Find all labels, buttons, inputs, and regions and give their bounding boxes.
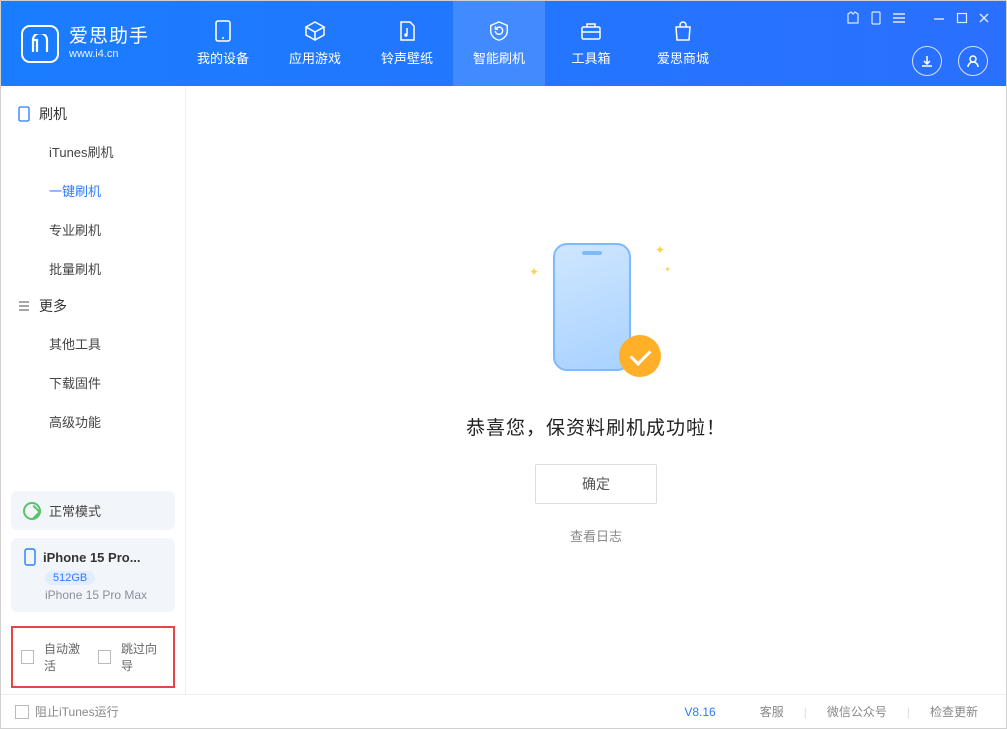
tab-label: 铃声壁纸 (381, 48, 433, 67)
toolbox-icon (580, 20, 602, 42)
skip-wizard-label: 跳过向导 (121, 640, 165, 674)
footer: 阻止iTunes运行 V8.16 客服 | 微信公众号 | 检查更新 (1, 694, 1006, 728)
version-label: V8.16 (684, 705, 715, 719)
ok-button[interactable]: 确定 (535, 464, 657, 504)
shopping-bag-icon (672, 20, 694, 42)
device-name: iPhone 15 Pro... (43, 550, 141, 565)
download-button[interactable] (912, 46, 942, 76)
skin-icon[interactable] (846, 11, 860, 28)
support-link[interactable]: 客服 (760, 703, 784, 720)
tab-label: 爱思商城 (657, 48, 709, 67)
device-model: iPhone 15 Pro Max (45, 588, 163, 602)
block-itunes-checkbox[interactable] (15, 705, 29, 719)
close-button[interactable] (978, 12, 990, 27)
cube-icon (304, 20, 326, 42)
sidebar: 刷机 iTunes刷机 一键刷机 专业刷机 批量刷机 更多 其他工具 下载固件 … (1, 86, 186, 694)
tab-apps[interactable]: 应用游戏 (269, 1, 361, 86)
wechat-link[interactable]: 微信公众号 (827, 703, 887, 720)
menu-icon[interactable] (892, 12, 906, 27)
music-file-icon (396, 20, 418, 42)
sidebar-section-more[interactable]: 更多 (1, 288, 185, 324)
phone-icon (212, 20, 234, 42)
more-icon (17, 299, 31, 313)
sidebar-item-pro-flash[interactable]: 专业刷机 (1, 210, 185, 249)
tab-toolbox[interactable]: 工具箱 (545, 1, 637, 86)
tab-label: 智能刷机 (473, 48, 525, 67)
maximize-button[interactable] (956, 12, 968, 27)
account-button[interactable] (958, 46, 988, 76)
app-url: www.i4.cn (69, 48, 149, 61)
app-name: 爱思助手 (69, 26, 149, 49)
success-illustration: ✦ ✦ ✦ (521, 235, 671, 385)
sidebar-item-download-firmware[interactable]: 下载固件 (1, 363, 185, 402)
status-ok-icon (23, 502, 41, 520)
sidebar-item-itunes-flash[interactable]: iTunes刷机 (1, 132, 185, 171)
section-title: 更多 (39, 296, 67, 316)
device-icon (17, 106, 31, 122)
tab-label: 我的设备 (197, 48, 249, 67)
auto-activate-label: 自动激活 (44, 640, 88, 674)
tab-flash[interactable]: 智能刷机 (453, 1, 545, 86)
logo-icon (21, 25, 59, 63)
header-actions (912, 46, 988, 76)
success-message: 恭喜您，保资料刷机成功啦！ (466, 413, 726, 440)
storage-badge: 512GB (45, 571, 95, 585)
refresh-badge-icon (488, 20, 510, 42)
check-badge-icon (619, 335, 661, 377)
sidebar-section-flash[interactable]: 刷机 (1, 96, 185, 132)
window-controls (846, 11, 990, 28)
section-title: 刷机 (39, 104, 67, 124)
check-update-link[interactable]: 检查更新 (930, 703, 978, 720)
main-tabs: 我的设备 应用游戏 铃声壁纸 智能刷机 工具箱 爱思商城 (177, 1, 729, 86)
status-mode: 正常模式 (49, 501, 101, 520)
tab-my-device[interactable]: 我的设备 (177, 1, 269, 86)
view-log-link[interactable]: 查看日志 (570, 526, 622, 545)
activation-options: 自动激活 跳过向导 (11, 626, 175, 688)
sidebar-item-other-tools[interactable]: 其他工具 (1, 324, 185, 363)
auto-activate-checkbox[interactable] (21, 650, 34, 664)
status-box[interactable]: 正常模式 (11, 491, 175, 530)
sidebar-item-batch-flash[interactable]: 批量刷机 (1, 249, 185, 288)
tab-label: 工具箱 (572, 48, 611, 67)
app-header: 爱思助手 www.i4.cn 我的设备 应用游戏 铃声壁纸 智能刷机 (1, 1, 1006, 86)
tab-label: 应用游戏 (289, 48, 341, 67)
logo: 爱思助手 www.i4.cn (1, 25, 167, 63)
main-content: ✦ ✦ ✦ 恭喜您，保资料刷机成功啦！ 确定 查看日志 (186, 86, 1006, 694)
device-phone-icon (23, 548, 37, 566)
sidebar-item-advanced[interactable]: 高级功能 (1, 402, 185, 441)
tab-store[interactable]: 爱思商城 (637, 1, 729, 86)
block-itunes-label: 阻止iTunes运行 (35, 703, 119, 720)
minimize-button[interactable] (932, 11, 946, 28)
sidebar-item-oneclick-flash[interactable]: 一键刷机 (1, 171, 185, 210)
tab-ringtones[interactable]: 铃声壁纸 (361, 1, 453, 86)
device-box[interactable]: iPhone 15 Pro... 512GB iPhone 15 Pro Max (11, 538, 175, 612)
phone-small-icon[interactable] (870, 11, 882, 28)
skip-wizard-checkbox[interactable] (98, 650, 111, 664)
